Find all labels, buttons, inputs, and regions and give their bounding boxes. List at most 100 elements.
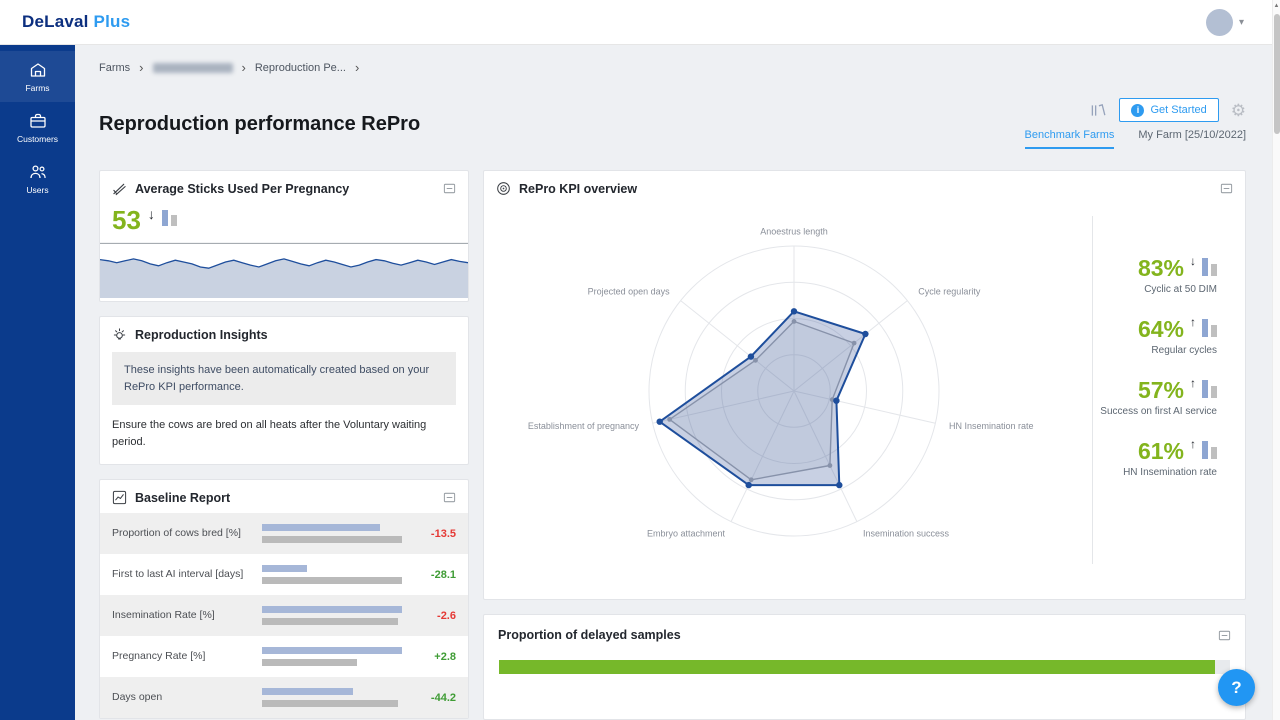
trend-up-icon: ↑ (1190, 376, 1196, 390)
scrollbar[interactable]: ▲ (1272, 0, 1280, 720)
baseline-row: Proportion of cows bred [%] -13.5 (100, 513, 468, 554)
sidebar-item-farms[interactable]: Farms (0, 51, 75, 102)
baseline-row-label: Insemination Rate [%] (112, 609, 262, 623)
card-header: Proportion of delayed samples (484, 615, 1245, 650)
kpi-item: 64%↑Regular cycles (1138, 318, 1217, 356)
info-icon: i (1131, 104, 1144, 117)
sticks-sparkline (100, 236, 468, 298)
customers-icon (28, 111, 48, 131)
radar-axis-label: Establishment of pregnancy (528, 421, 640, 431)
delayed-bar-track (499, 660, 1230, 674)
baseline-row-bars (262, 606, 412, 625)
farm-bar (1202, 441, 1208, 459)
benchmark-bar (262, 700, 398, 707)
brand-logo[interactable]: DeLaval Plus (22, 12, 130, 32)
sidebar-item-label: Users (26, 185, 48, 195)
kpi-value: 61% (1138, 440, 1184, 463)
get-started-label: Get Started (1150, 104, 1206, 116)
baseline-row-bars (262, 647, 412, 666)
breadcrumb-item[interactable]: Farms (99, 62, 130, 74)
radar-icon (496, 181, 511, 196)
kpi-value-row: 64% ↑ (1138, 318, 1217, 341)
report-icon[interactable] (1220, 182, 1233, 195)
kpi-item: 61% ↑ HN Insemination rate (1123, 440, 1217, 478)
left-column: Average Sticks Used Per Pregnancy 53 ↓ R… (99, 170, 469, 720)
right-column: RePro KPI overview Anoestrus length Cycle… (483, 170, 1246, 720)
chevron-right-icon: › (242, 61, 246, 74)
card-title: Baseline Report (135, 491, 230, 505)
chevron-down-icon: ▾ (1239, 17, 1244, 28)
kpi-label: Success on first AI service (1100, 406, 1217, 417)
report-icon[interactable] (443, 491, 456, 504)
trend-up-icon: ↑ (1190, 315, 1196, 329)
card-header: Average Sticks Used Per Pregnancy (100, 171, 468, 204)
benchmark-bar (1211, 386, 1217, 398)
card-baseline-report: Baseline Report Proportion of cows bred … (99, 479, 469, 719)
baseline-row-label: Proportion of cows bred [%] (112, 527, 262, 541)
baseline-row: Insemination Rate [%]-2.6 (100, 595, 468, 636)
baseline-row: Days open -44.2 (100, 677, 468, 718)
card-kpi-overview: RePro KPI overview Anoestrus length Cycle… (483, 170, 1246, 600)
kpi-value: 83% (1138, 257, 1184, 280)
tab-benchmark-farms[interactable]: Benchmark Farms (1025, 129, 1115, 149)
report-icon[interactable] (1218, 629, 1231, 642)
topbar: DeLaval Plus ▾ (0, 0, 1280, 45)
kpi-value: 64% (1138, 318, 1184, 341)
benchmark-bar (1211, 264, 1217, 276)
insights-message: Ensure the cows are bred on all heats af… (112, 415, 456, 450)
sidebar-item-label: Customers (17, 134, 58, 144)
baseline-row-bars (262, 688, 412, 707)
kpi-list: 83%↓Cyclic at 50 DIM64%↑Regular cycles57… (1100, 257, 1217, 478)
benchmark-bar (262, 659, 357, 666)
baseline-row-label: Days open (112, 691, 262, 705)
trend-up-icon: ↑ (1190, 437, 1196, 451)
gear-icon[interactable]: ⚙ (1231, 102, 1246, 119)
card-title: Average Sticks Used Per Pregnancy (135, 182, 349, 196)
radar-axis-label: Anoestrus length (760, 226, 828, 236)
sidebar-item-users[interactable]: Users (0, 153, 75, 204)
farm-icon (28, 60, 48, 80)
breadcrumb-item[interactable]: Reproduction Pe... (255, 62, 346, 74)
kpi-value-row: 61% ↑ (1138, 440, 1217, 463)
farm-bar (1202, 319, 1208, 337)
breadcrumb-item-redacted[interactable] (153, 63, 233, 73)
card-title: RePro KPI overview (519, 182, 637, 196)
baseline-row-value: -44.2 (412, 692, 456, 704)
baseline-row-value: -13.5 (412, 528, 456, 540)
radar-axis-label: Cycle regularity (918, 286, 981, 296)
lightbulb-icon (112, 327, 127, 342)
farm-bar (1202, 258, 1208, 276)
benchmark-icon[interactable] (1089, 103, 1107, 118)
get-started-button[interactable]: i Get Started (1119, 98, 1218, 122)
benchmark-bar (262, 536, 402, 543)
report-icon[interactable] (443, 182, 456, 195)
card-insights: Reproduction Insights These insights hav… (99, 316, 469, 465)
line-chart-icon (112, 490, 127, 505)
baseline-row: First to last AI interval [days]-28.1 (100, 554, 468, 595)
user-menu[interactable]: ▾ (1206, 9, 1244, 36)
dashboard-content: Average Sticks Used Per Pregnancy 53 ↓ R… (99, 170, 1246, 720)
delayed-bar-fill (499, 660, 1215, 674)
breadcrumb: Farms››Reproduction Pe...› (99, 61, 359, 74)
sticks-value-row: 53 ↓ (100, 204, 468, 236)
help-button[interactable]: ? (1218, 669, 1255, 706)
chevron-right-icon: › (355, 61, 359, 74)
scroll-up-icon: ▲ (1273, 3, 1280, 9)
sidebar-item-customers[interactable]: Customers (0, 102, 75, 153)
sticks-icon (112, 181, 127, 196)
sticks-value: 53 (112, 207, 141, 233)
mini-bars-icon (162, 210, 177, 226)
scrollbar-thumb[interactable] (1274, 14, 1280, 134)
card-header: Baseline Report (100, 480, 468, 513)
baseline-row-value: -28.1 (412, 569, 456, 581)
mini-bars-icon (1202, 319, 1217, 337)
farm-bar (262, 524, 380, 531)
benchmark-bar (1211, 447, 1217, 459)
sidebar-item-label: Farms (25, 83, 49, 93)
tab-my-farm-25-10-2022[interactable]: My Farm [25/10/2022] (1138, 129, 1246, 149)
radar-axis-label: Embryo attachment (647, 529, 726, 539)
farm-bar (1202, 380, 1208, 398)
insights-note: These insights have been automatically c… (112, 352, 456, 405)
kpi-label: HN Insemination rate (1123, 467, 1217, 478)
radar-chart: Anoestrus lengthCycle regularityHN Insem… (504, 201, 1084, 581)
